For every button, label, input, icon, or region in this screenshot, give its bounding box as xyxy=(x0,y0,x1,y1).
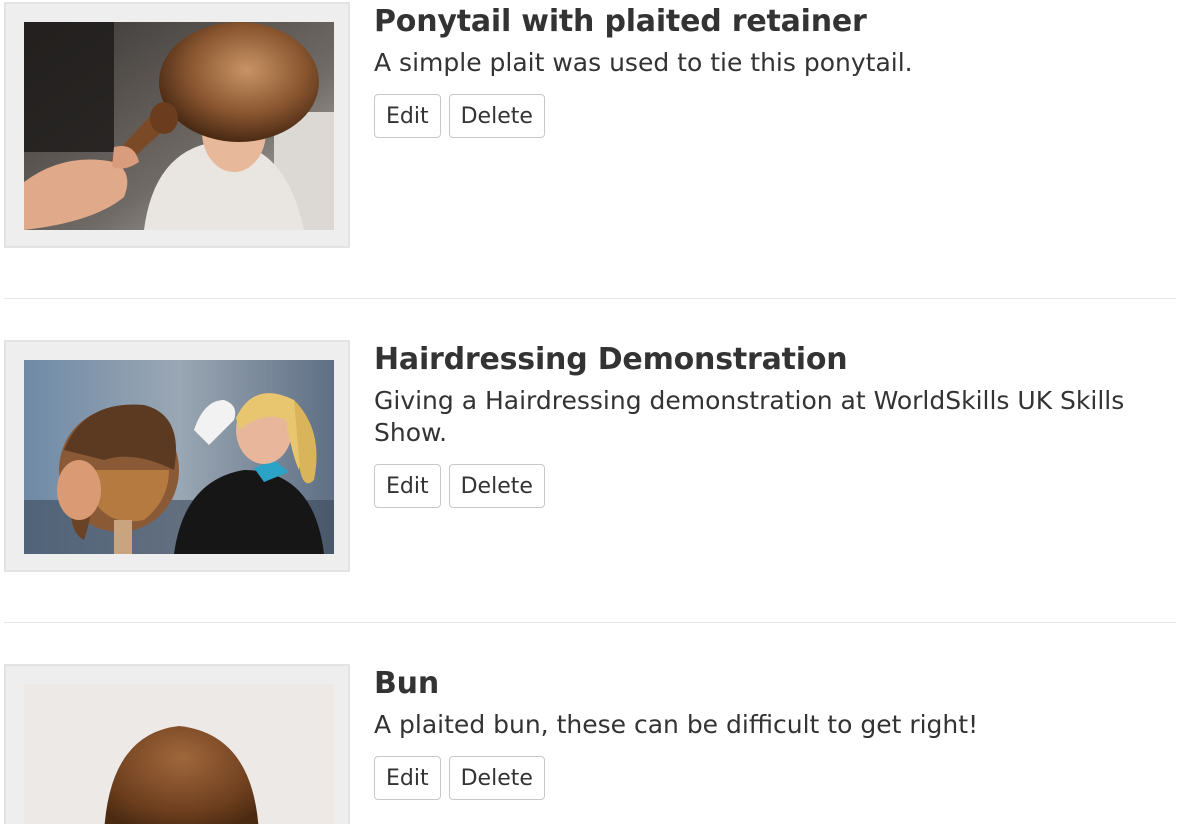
delete-button[interactable]: Delete xyxy=(448,94,545,138)
delete-button[interactable]: Delete xyxy=(448,464,545,508)
item-title: Bun xyxy=(374,666,439,701)
item-actions: Edit Delete xyxy=(374,464,1174,508)
photo-thumbnail[interactable] xyxy=(24,22,334,230)
item-content: Ponytail with plaited retainer A simple … xyxy=(374,3,1174,138)
edit-button[interactable]: Edit xyxy=(374,94,441,138)
divider xyxy=(4,622,1176,623)
item-description: Giving a Hairdressing demonstration at W… xyxy=(374,386,1125,447)
item-actions: Edit Delete xyxy=(374,756,1174,800)
item-title: Ponytail with plaited retainer xyxy=(374,4,867,39)
item-title: Hairdressing Demonstration xyxy=(374,342,848,377)
thumbnail-frame xyxy=(4,2,350,248)
item-description: A simple plait was used to tie this pony… xyxy=(374,48,913,77)
ponytail-photo xyxy=(24,22,334,230)
item-description: A plaited bun, these can be difficult to… xyxy=(374,710,979,739)
item-content: Bun A plaited bun, these can be difficul… xyxy=(374,665,1174,800)
delete-button[interactable]: Delete xyxy=(448,756,545,800)
item-content: Hairdressing Demonstration Giving a Hair… xyxy=(374,341,1174,508)
edit-button[interactable]: Edit xyxy=(374,464,441,508)
photo-thumbnail[interactable] xyxy=(24,360,334,554)
divider xyxy=(4,298,1176,299)
edit-button[interactable]: Edit xyxy=(374,756,441,800)
bun-photo xyxy=(24,684,334,824)
photo-thumbnail[interactable] xyxy=(24,684,334,824)
photo-list: Ponytail with plaited retainer A simple … xyxy=(0,0,1203,824)
thumbnail-frame xyxy=(4,340,350,572)
hairdressing-photo xyxy=(24,360,334,554)
thumbnail-frame xyxy=(4,664,350,824)
item-actions: Edit Delete xyxy=(374,94,1174,138)
